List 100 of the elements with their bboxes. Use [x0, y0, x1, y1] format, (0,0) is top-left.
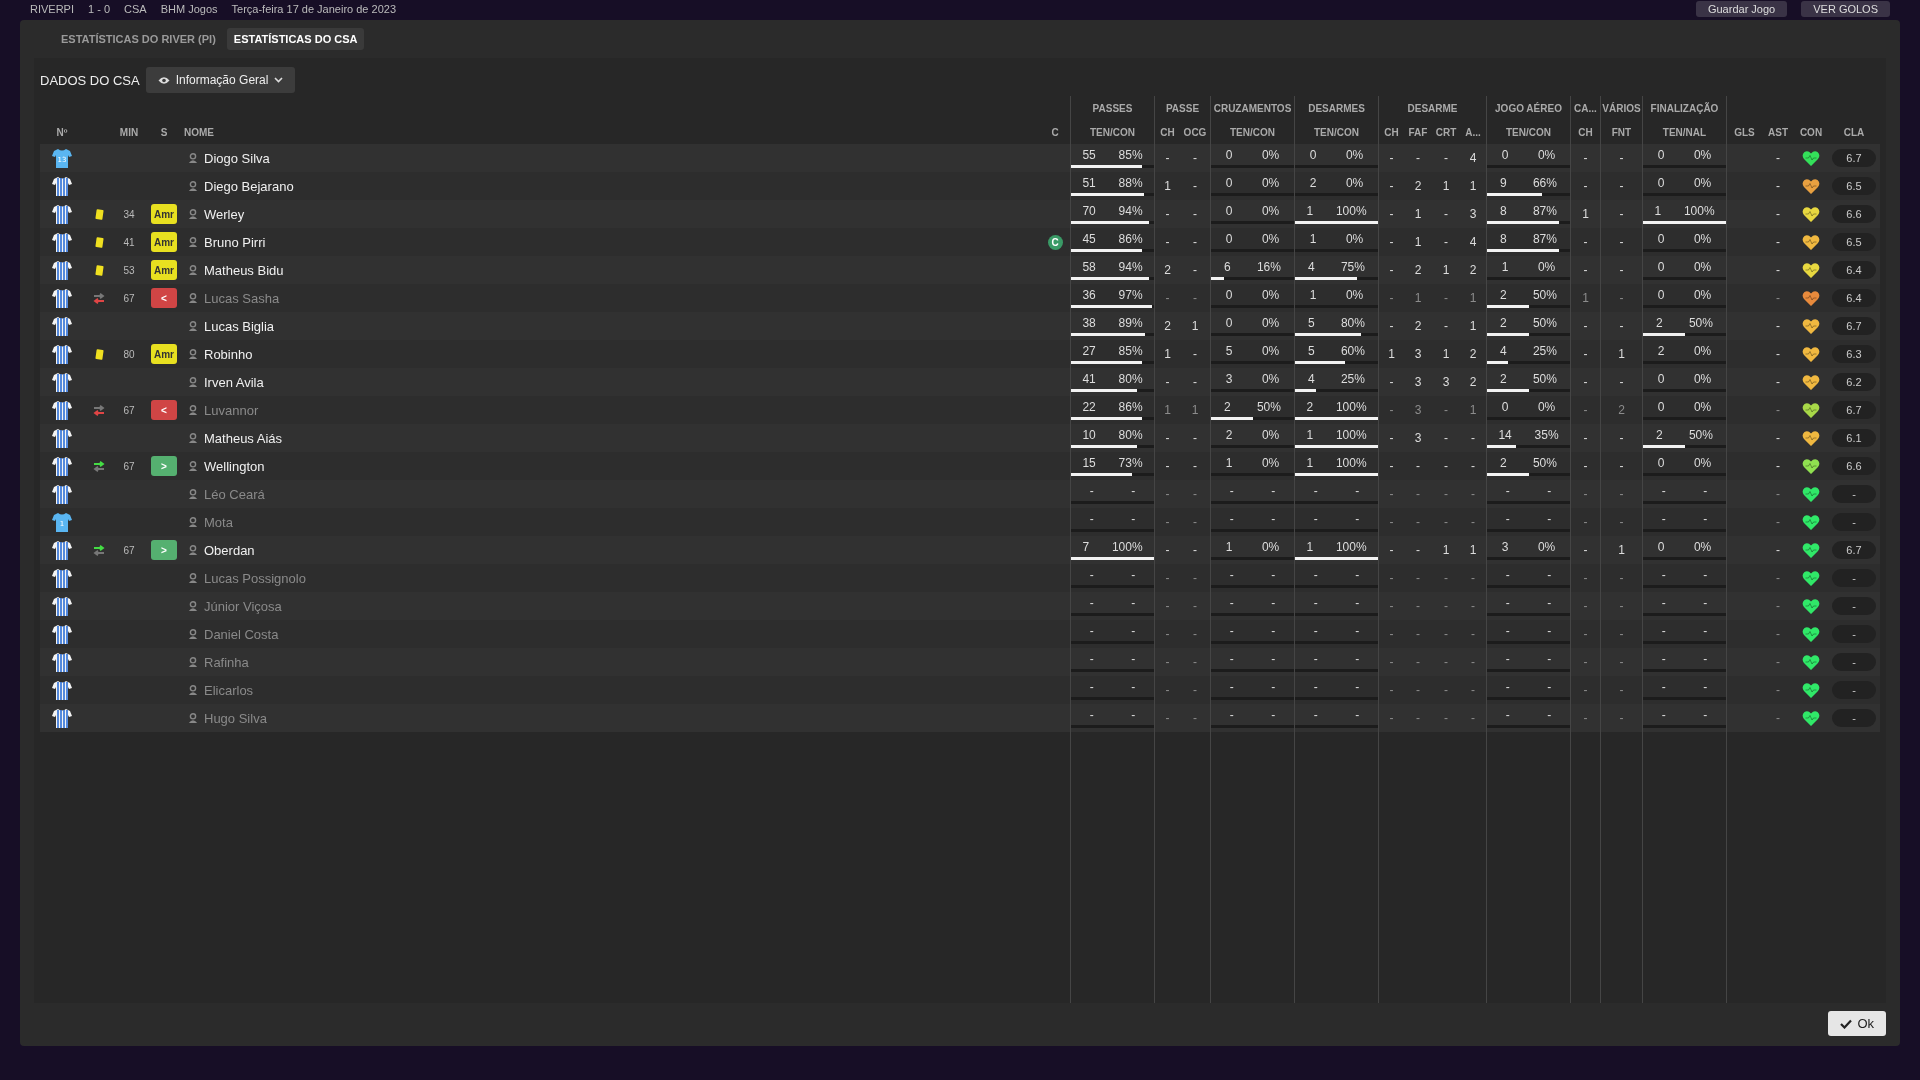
- stat-percentage: 50%: [1532, 456, 1557, 470]
- stat-value: -: [1165, 235, 1170, 249]
- stat-percentage: 0%: [1345, 148, 1364, 162]
- stat-value: 1: [1501, 260, 1509, 274]
- stat-value: -: [1444, 291, 1448, 305]
- stat-value: 3: [1414, 403, 1422, 417]
- stat-value: 3: [1469, 207, 1477, 221]
- stat-value: 2: [1306, 400, 1314, 414]
- event-minute: 41: [123, 236, 135, 248]
- stat-value: -: [1193, 543, 1197, 557]
- player-name: Léo Ceará: [204, 486, 265, 502]
- stat-value: 0: [1225, 148, 1233, 162]
- stat-percentage: 0%: [1261, 344, 1280, 358]
- stat-value: -: [1661, 652, 1666, 666]
- stat-value: -: [1776, 571, 1780, 585]
- stat-percentage: 0%: [1693, 372, 1712, 386]
- rating-pill: -: [1832, 597, 1876, 615]
- stat-value: -: [1583, 235, 1588, 249]
- view-goals-button[interactable]: VER GOLOS: [1801, 1, 1890, 17]
- stat-value: -: [1444, 403, 1448, 417]
- stat-value: -: [1776, 515, 1780, 529]
- stat-value: -: [1389, 655, 1394, 669]
- stat-value: 1: [1191, 319, 1199, 333]
- stat-value: -: [1193, 599, 1197, 613]
- stat-value: -: [1583, 711, 1588, 725]
- stat-value: -: [1313, 652, 1318, 666]
- column-header: S: [160, 126, 168, 138]
- stat-percentage: -: [1547, 708, 1552, 722]
- stat-value: 0: [1657, 456, 1665, 470]
- stat-percentage: 85%: [1118, 344, 1143, 358]
- ok-button[interactable]: Ok: [1828, 1011, 1886, 1036]
- stat-percentage: 0%: [1537, 400, 1556, 414]
- stat-value: -: [1389, 459, 1394, 473]
- stat-value: 1: [1306, 428, 1314, 442]
- swap-arrows-icon: [92, 404, 106, 416]
- stat-value: 1: [1225, 540, 1233, 554]
- stat-value: -: [1089, 708, 1094, 722]
- view-dropdown[interactable]: Informação Geral: [145, 67, 296, 93]
- stat-value: -: [1193, 655, 1197, 669]
- stat-percentage: 60%: [1340, 344, 1365, 358]
- stat-percentage: 87%: [1532, 204, 1557, 218]
- stat-value: 41: [1082, 372, 1096, 386]
- stat-value: -: [1776, 487, 1780, 501]
- stat-percentage: -: [1547, 680, 1552, 694]
- stat-percentage: 73%: [1118, 456, 1143, 470]
- rating-pill: 6.2: [1832, 373, 1876, 391]
- stat-percentage: 0%: [1345, 176, 1364, 190]
- person-icon: [188, 489, 198, 499]
- stat-value: -: [1661, 512, 1666, 526]
- stat-value: 1: [1388, 347, 1395, 361]
- person-icon: [188, 349, 198, 359]
- stat-percentage: 0%: [1261, 372, 1280, 386]
- stat-value: -: [1776, 459, 1780, 473]
- stat-value: -: [1619, 291, 1624, 305]
- stat-percentage: 0%: [1261, 288, 1280, 302]
- person-icon: [188, 685, 198, 695]
- stat-value: -: [1313, 484, 1318, 498]
- player-name: Lucas Sasha: [204, 290, 280, 306]
- player-name: Lucas Possignolo: [204, 570, 306, 586]
- stat-value: -: [1165, 571, 1170, 585]
- stat-value: 2: [1469, 375, 1477, 389]
- stat-value: -: [1416, 683, 1420, 697]
- stat-percentage: 80%: [1118, 372, 1143, 386]
- rating-pill: 6.7: [1832, 317, 1876, 335]
- stat-value: -: [1661, 708, 1666, 722]
- stat-value: 1: [1469, 403, 1477, 417]
- stat-percentage: -: [1547, 596, 1552, 610]
- player-name: Mota: [204, 514, 233, 530]
- stat-percentage: 16%: [1256, 260, 1281, 274]
- stat-percentage: 0%: [1693, 176, 1712, 190]
- stat-value: 4: [1469, 235, 1477, 249]
- player-name: Werley: [204, 206, 245, 222]
- stat-value: 4: [1308, 372, 1315, 386]
- stat-value: -: [1583, 151, 1588, 165]
- stat-percentage: 25%: [1340, 372, 1365, 386]
- stat-value: -: [1193, 207, 1197, 221]
- stat-value: 0: [1225, 232, 1233, 246]
- stat-percentage: -: [1271, 652, 1276, 666]
- stat-percentage: 50%: [1256, 400, 1281, 414]
- rating-pill: 6.6: [1832, 205, 1876, 223]
- column-header: Nº: [56, 126, 68, 138]
- stat-value: -: [1444, 151, 1448, 165]
- stat-value: -: [1193, 291, 1197, 305]
- column-group-header: FINALIZAÇÃO: [1650, 102, 1719, 114]
- stat-percentage: 100%: [1335, 540, 1367, 554]
- stat-value: 1: [1164, 403, 1171, 417]
- booking-card-icon: [94, 208, 104, 220]
- stat-value: -: [1583, 655, 1588, 669]
- checkmark-icon: [1840, 1018, 1853, 1029]
- stat-percentage: 0%: [1345, 288, 1364, 302]
- stat-value: 1: [1442, 263, 1450, 277]
- rating-pill: 6.6: [1832, 457, 1876, 475]
- stat-percentage: 0%: [1345, 232, 1364, 246]
- stat-value: -: [1416, 599, 1420, 613]
- save-game-button[interactable]: Guardar Jogo: [1695, 1, 1788, 17]
- stat-value: -: [1313, 708, 1318, 722]
- team-tab[interactable]: ESTATÍSTICAS DO CSA: [226, 28, 365, 50]
- stat-value: -: [1471, 515, 1475, 529]
- team-tab[interactable]: ESTATÍSTICAS DO RIVER (PI): [54, 28, 223, 50]
- stat-value: -: [1165, 487, 1170, 501]
